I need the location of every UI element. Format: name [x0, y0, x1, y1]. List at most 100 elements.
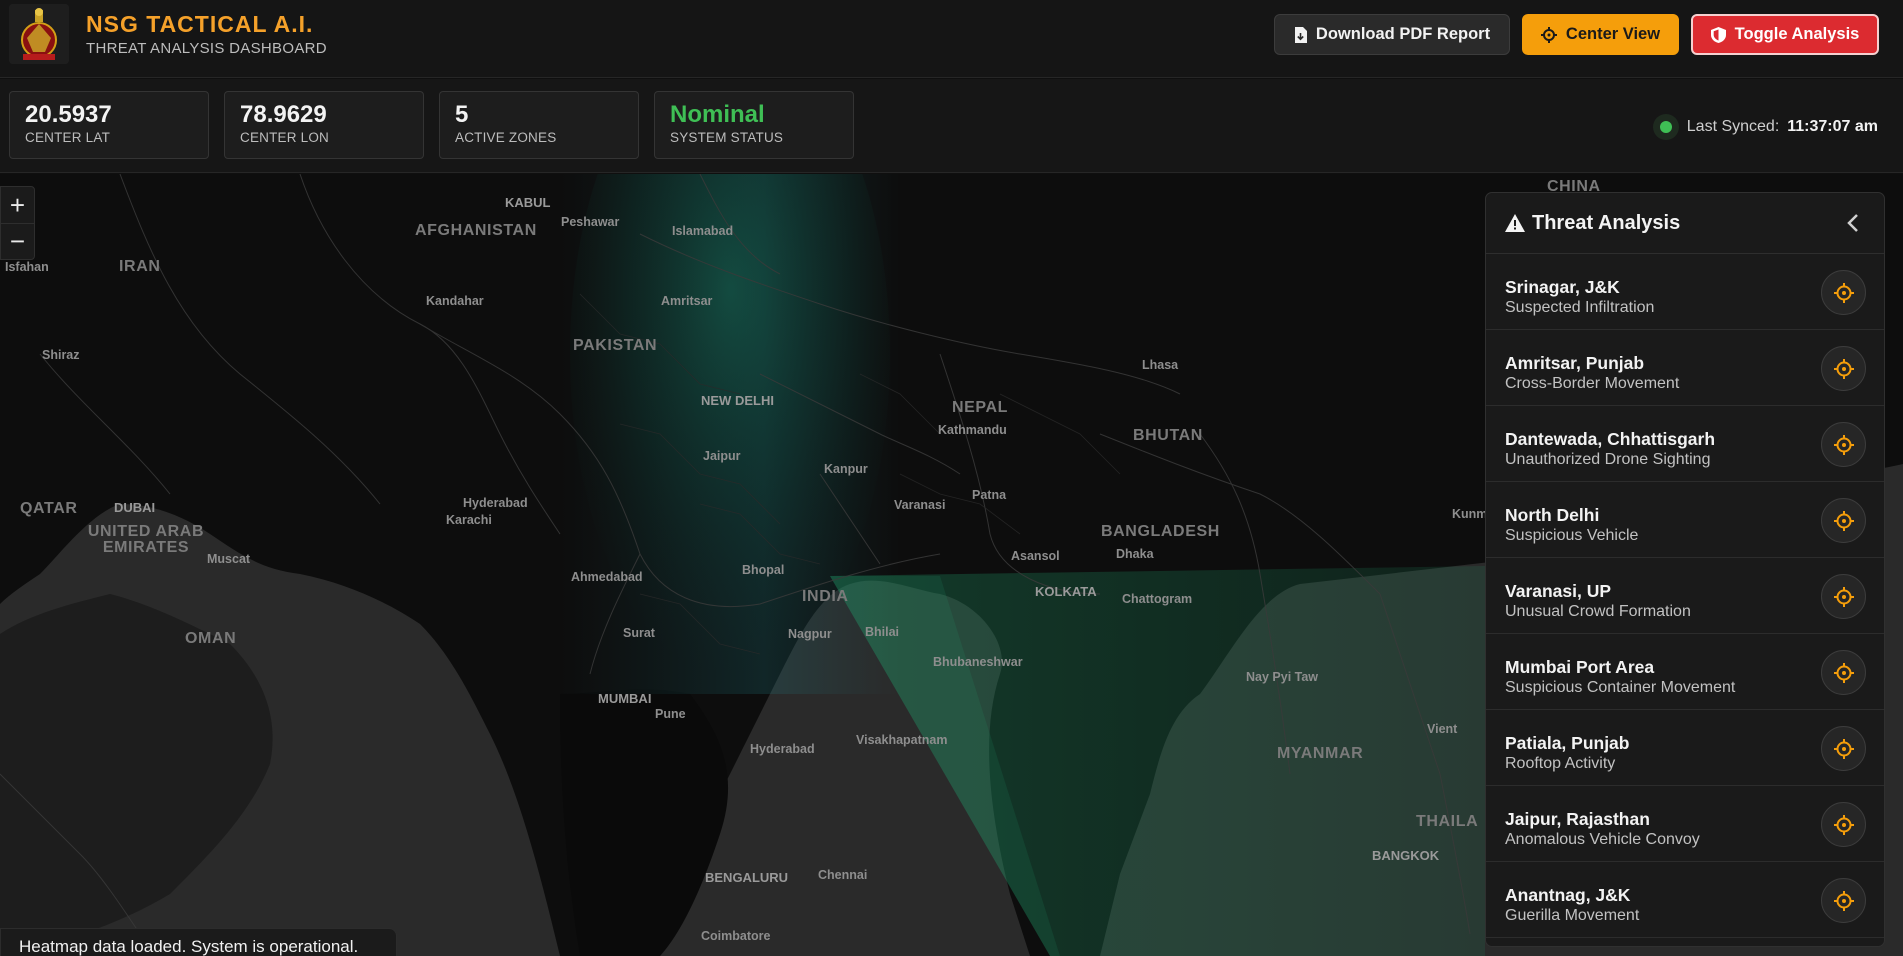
stat-value: 78.9629: [240, 101, 327, 128]
map-label: DUBAI: [114, 500, 156, 515]
map-label: NEW DELHI: [701, 393, 774, 408]
threat-type: Suspicious Vehicle: [1505, 527, 1639, 544]
crosshair-icon: [1833, 586, 1854, 607]
crosshair-icon: [1833, 738, 1854, 759]
status-toast: Heatmap data loaded. System is operation…: [0, 928, 397, 956]
map-label: Muscat: [207, 552, 251, 566]
threat-list-item[interactable]: Amritsar, Punjab Cross-Border Movement: [1486, 330, 1884, 406]
zoom-in-button[interactable]: +: [1, 187, 34, 223]
crosshair-icon: [1833, 282, 1854, 303]
threat-list-item[interactable]: Mumbai Port Area Suspicious Container Mov…: [1486, 634, 1884, 710]
map-label: BANGKOK: [1372, 848, 1440, 863]
threat-location: Amritsar, Punjab: [1505, 353, 1645, 373]
crosshair-icon: [1833, 510, 1854, 531]
threat-type: Cross-Border Movement: [1505, 375, 1680, 392]
zoom-control: + −: [0, 186, 35, 260]
center-view-label: Center View: [1565, 25, 1661, 43]
threat-type: Anomalous Vehicle Convoy: [1505, 831, 1700, 848]
threat-location: Mumbai Port Area: [1505, 657, 1655, 677]
threat-list-item[interactable]: Varanasi, UP Unusual Crowd Formation: [1486, 558, 1884, 634]
nsg-emblem-logo: [9, 4, 69, 64]
threat-type: Guerilla Movement: [1505, 907, 1640, 924]
locate-threat-button[interactable]: [1821, 346, 1866, 391]
toggle-analysis-button[interactable]: Toggle Analysis: [1691, 14, 1879, 55]
locate-threat-button[interactable]: [1821, 726, 1866, 771]
stat-label: CENTER LAT: [25, 130, 111, 145]
crosshair-icon: [1833, 434, 1854, 455]
crosshair-icon: [1833, 814, 1854, 835]
threat-type: Unauthorized Drone Sighting: [1505, 451, 1711, 468]
toggle-analysis-label: Toggle Analysis: [1734, 25, 1860, 43]
map-label: Nagpur: [788, 627, 832, 641]
collapse-panel-button[interactable]: [1841, 211, 1865, 235]
download-pdf-label: Download PDF Report: [1315, 25, 1491, 43]
map-label: PAKISTAN: [573, 337, 658, 354]
map-label: AFGHANISTAN: [415, 222, 537, 239]
map-label: Vient: [1427, 722, 1458, 736]
locate-threat-button[interactable]: [1821, 498, 1866, 543]
map-label: Kanpur: [824, 462, 868, 476]
threat-list-item[interactable]: Patiala, Punjab Rooftop Activity: [1486, 710, 1884, 786]
map-label: Lhasa: [1142, 358, 1179, 372]
map-label: KABUL: [505, 195, 551, 210]
map-label: OMAN: [185, 630, 237, 647]
crosshair-icon: [1833, 358, 1854, 379]
stat-value: 5: [455, 101, 469, 128]
map-label: Nay Pyi Taw: [1246, 670, 1319, 684]
map-label: Kandahar: [426, 294, 484, 308]
map-label: NEPAL: [952, 399, 1009, 416]
map-label: MUMBAI: [598, 691, 652, 706]
warning-icon: [1505, 214, 1525, 232]
locate-threat-button[interactable]: [1821, 422, 1866, 467]
threat-location: Patiala, Punjab: [1505, 733, 1630, 753]
locate-threat-button[interactable]: [1821, 878, 1866, 923]
center-view-button[interactable]: Center View: [1522, 14, 1679, 55]
map-label: Varanasi: [894, 498, 946, 512]
map-label: Hyderabad: [463, 496, 528, 510]
stat-system-status: Nominal SYSTEM STATUS: [654, 91, 854, 159]
threat-list-item[interactable]: Srinagar, J&K Suspected Infiltration: [1486, 254, 1884, 330]
threat-analysis-panel: Threat Analysis Srinagar, J&K Suspected I…: [1485, 192, 1885, 947]
stat-center-lon: 78.9629 CENTER LON: [224, 91, 424, 159]
map-label: Shiraz: [42, 348, 80, 362]
threat-list-item[interactable]: Jaipur, Rajasthan Anomalous Vehicle Convo…: [1486, 786, 1884, 862]
locate-threat-button[interactable]: [1821, 574, 1866, 619]
download-pdf-button[interactable]: Download PDF Report: [1274, 14, 1510, 55]
threat-location: Jaipur, Rajasthan: [1505, 809, 1650, 829]
map-label: INDIA: [802, 588, 849, 605]
map-label: Bhopal: [742, 563, 785, 577]
stat-value: Nominal: [670, 101, 765, 128]
map-label: Visakhapatnam: [856, 733, 948, 747]
map-label: Karachi: [446, 513, 492, 527]
threat-list-item[interactable]: North Delhi Suspicious Vehicle: [1486, 482, 1884, 558]
threat-type: Suspicious Container Movement: [1505, 679, 1736, 696]
zoom-out-button[interactable]: −: [1, 223, 34, 259]
locate-threat-button[interactable]: [1821, 802, 1866, 847]
shield-icon: [1710, 26, 1726, 43]
stat-value: 20.5937: [25, 101, 112, 128]
threat-list-item[interactable]: Dantewada, Chhattisgarh Unauthorized Dron…: [1486, 406, 1884, 482]
last-synced: Last Synced: 11:37:07 am: [1652, 114, 1878, 140]
map-label: BENGALURU: [705, 870, 789, 885]
map-label: QATAR: [20, 500, 78, 517]
app-subtitle: THREAT ANALYSIS DASHBOARD: [86, 40, 327, 57]
map-label: Chattogram: [1122, 592, 1193, 606]
stat-label: SYSTEM STATUS: [670, 130, 784, 145]
threat-list-item[interactable]: Anantnag, J&K Guerilla Movement: [1486, 862, 1884, 938]
locate-threat-button[interactable]: [1821, 270, 1866, 315]
last-synced-label: Last Synced:: [1686, 118, 1780, 135]
map-label: THAILA: [1416, 813, 1479, 830]
map-label: Hyderabad: [750, 742, 815, 756]
threat-type: Suspected Infiltration: [1505, 299, 1655, 316]
threat-type: Unusual Crowd Formation: [1505, 603, 1691, 620]
threat-type: Rooftop Activity: [1505, 755, 1616, 772]
app-title: NSG TACTICAL A.I.: [86, 11, 314, 37]
threat-list: Srinagar, J&K Suspected Infiltration Amrit…: [1486, 254, 1884, 938]
map-label: BANGLADESH: [1101, 523, 1220, 540]
file-download-icon: [1294, 26, 1307, 43]
locate-threat-button[interactable]: [1821, 650, 1866, 695]
app-header: NSG TACTICAL A.I. THREAT ANALYSIS DASHBO…: [0, 0, 1903, 78]
threat-location: Dantewada, Chhattisgarh: [1505, 429, 1716, 449]
crosshair-icon: [1833, 890, 1854, 911]
threat-location: Varanasi, UP: [1505, 581, 1612, 601]
